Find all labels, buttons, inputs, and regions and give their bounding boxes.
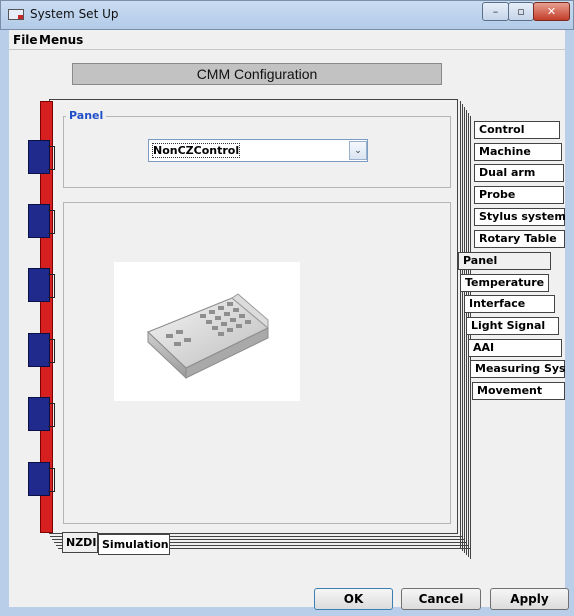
app-icon [8, 9, 24, 20]
page-stack-edge [470, 116, 471, 559]
tab-panel[interactable]: Panel [458, 252, 551, 270]
ok-button[interactable]: OK [314, 588, 393, 610]
tab-aai[interactable]: AAI [468, 339, 562, 357]
tab-dual-arm[interactable]: Dual arm [474, 164, 564, 182]
tab-rotary-table[interactable]: Rotary Table [474, 230, 565, 248]
binder-tab[interactable] [28, 140, 55, 174]
tab-machine[interactable]: Machine [474, 143, 562, 161]
window-frame-left [0, 30, 9, 616]
panel-select-value: NonCZControl [151, 143, 241, 158]
window-frame-right [565, 30, 574, 616]
binder-tab[interactable] [28, 462, 55, 496]
tab-simulation[interactable]: Simulation [98, 534, 170, 555]
tab-nzdi[interactable]: NZDI [62, 532, 98, 553]
tab-light-signal[interactable]: Light Signal [466, 317, 559, 335]
apply-button[interactable]: Apply [490, 588, 569, 610]
page-stack-edge [464, 107, 465, 553]
tab-measuring-sys[interactable]: Measuring Sys [470, 360, 566, 378]
tab-control[interactable]: Control [474, 121, 560, 139]
panel-group-legend: Panel [66, 109, 107, 122]
control-panel-device-icon [147, 293, 269, 380]
binder-tab[interactable] [28, 397, 55, 431]
panel-select[interactable]: NonCZControl ⌄ [148, 139, 368, 162]
page-stack-edge [460, 101, 461, 549]
menu-divider [9, 49, 565, 50]
page-stack-edge [468, 113, 469, 557]
menu-file[interactable]: File [13, 33, 38, 47]
minimize-button[interactable]: – [482, 2, 509, 21]
binder-tab[interactable] [28, 333, 55, 367]
menu-bar: File Menus [9, 30, 565, 49]
control-panel-image [114, 262, 300, 401]
window-title: System Set Up [30, 7, 119, 21]
tab-stylus-system[interactable]: Stylus system [474, 208, 566, 226]
binder-tab[interactable] [28, 268, 55, 302]
window-frame-bottom [0, 607, 574, 616]
tab-temperature[interactable]: Temperature [460, 274, 549, 292]
close-button[interactable]: ✕ [533, 2, 570, 21]
tab-interface[interactable]: Interface [464, 295, 555, 313]
menu-menus[interactable]: Menus [39, 33, 83, 47]
maximize-button[interactable]: ▫ [508, 2, 534, 21]
cancel-button[interactable]: Cancel [401, 588, 481, 610]
chevron-down-icon[interactable]: ⌄ [349, 141, 367, 160]
page-stack-edge [462, 104, 463, 551]
tab-probe[interactable]: Probe [474, 186, 564, 204]
binder-tab[interactable] [28, 204, 55, 238]
page-title: CMM Configuration [72, 63, 442, 85]
tab-movement[interactable]: Movement [472, 382, 565, 400]
